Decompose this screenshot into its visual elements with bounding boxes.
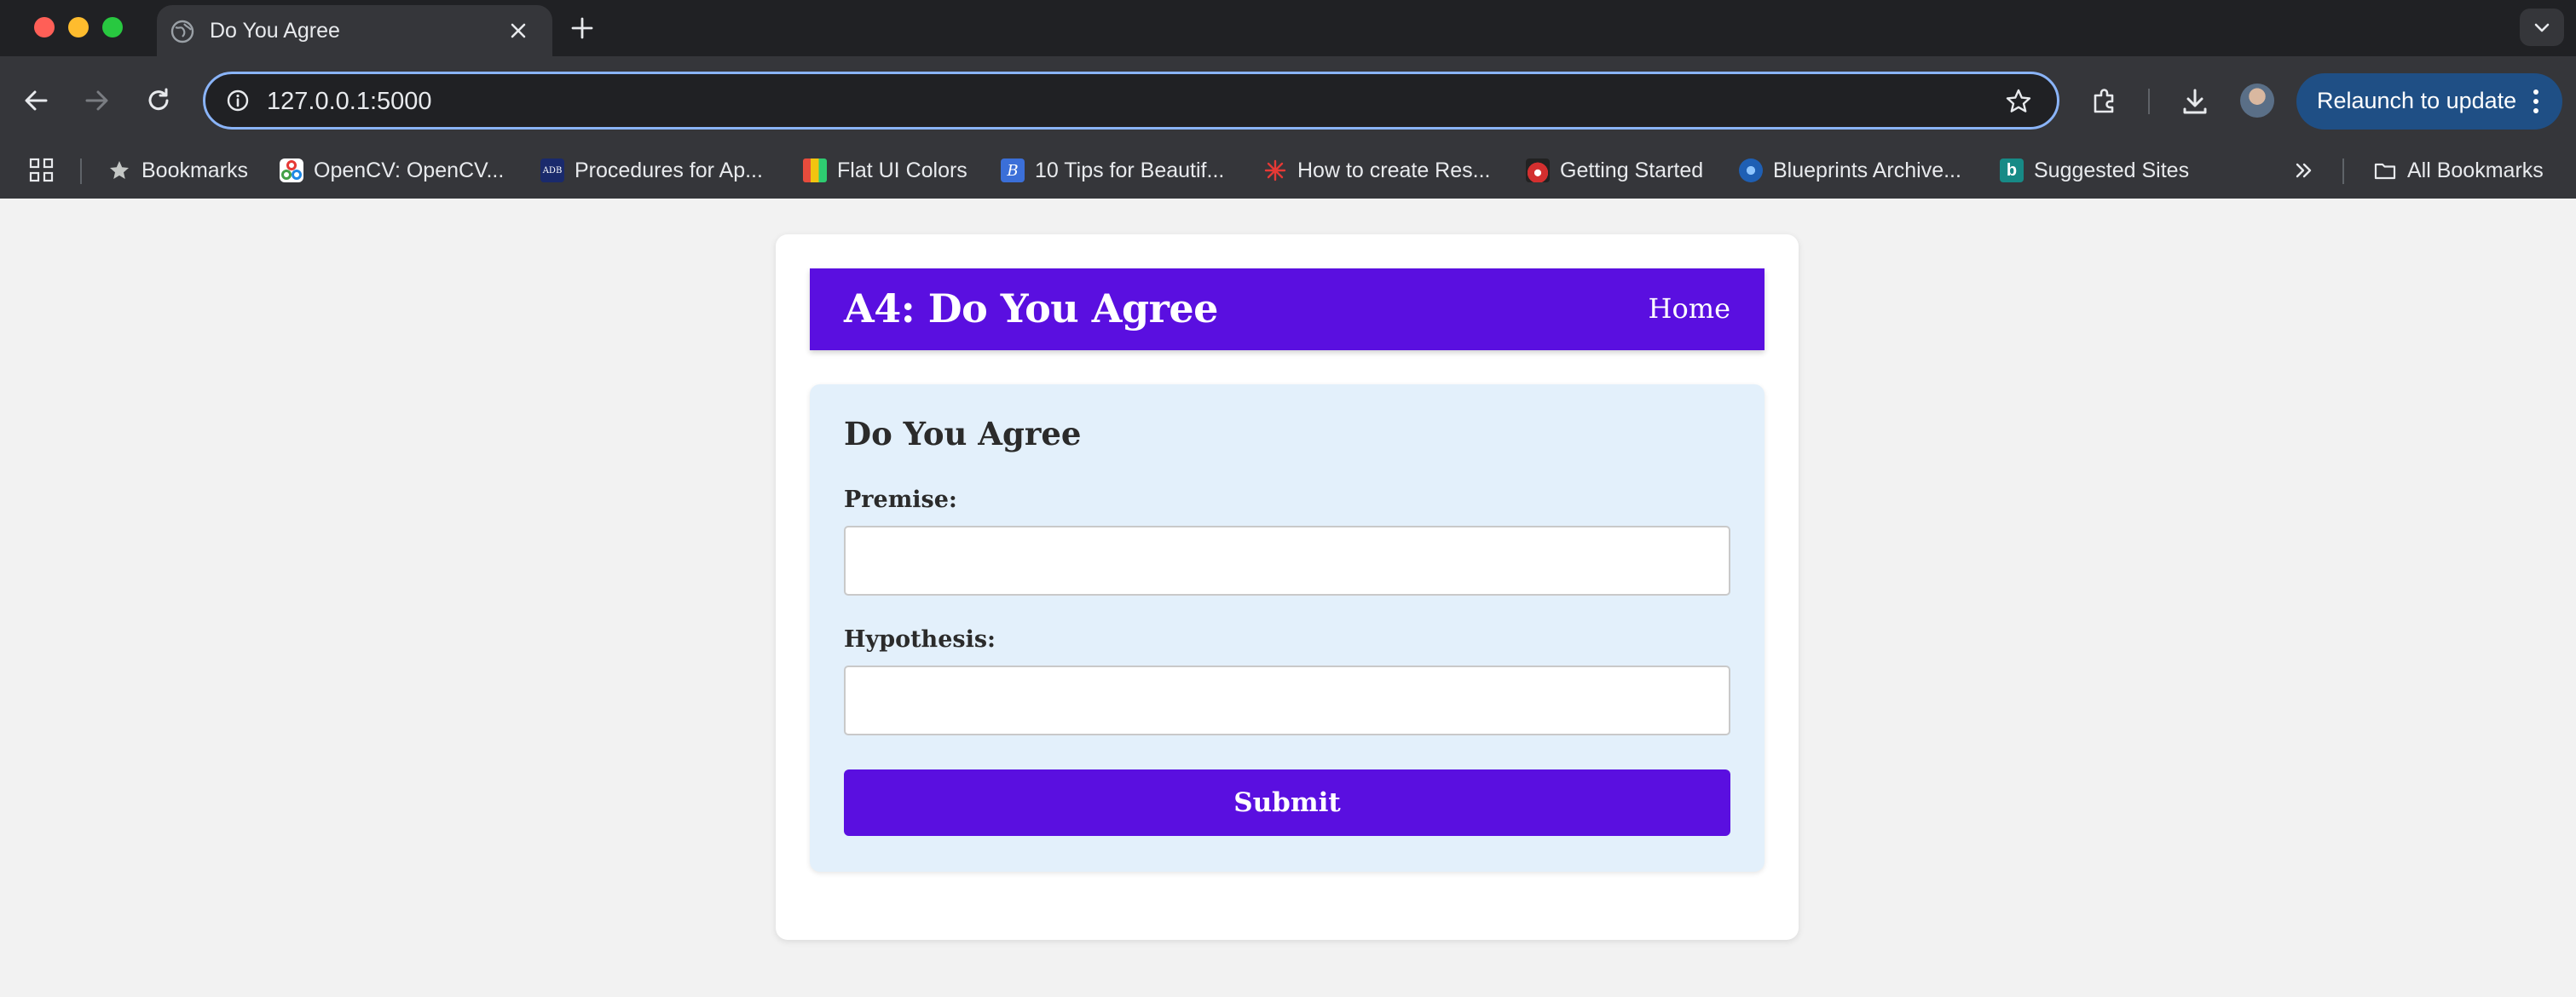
maximize-window-button[interactable] xyxy=(102,17,123,37)
star-icon xyxy=(110,161,129,179)
bookmark-item-procedures[interactable]: ADB Procedures for Ap... xyxy=(540,153,763,187)
folder-icon xyxy=(2374,163,2396,180)
profile-avatar[interactable] xyxy=(2240,84,2274,118)
address-bar[interactable]: 127.0.0.1:5000 xyxy=(203,72,2059,130)
back-icon[interactable] xyxy=(20,85,51,116)
bookmark-label: Blueprints Archive... xyxy=(1773,158,1961,182)
bookmark-item-10-tips[interactable]: B 10 Tips for Beautif... xyxy=(1001,153,1224,187)
redhat-icon xyxy=(1526,158,1550,182)
close-icon[interactable] xyxy=(506,19,530,43)
adb-icon: ADB xyxy=(540,158,564,182)
globe-icon xyxy=(170,20,194,43)
bookmark-label: Getting Started xyxy=(1560,158,1704,182)
relaunch-button[interactable]: Relaunch to update xyxy=(2296,73,2562,130)
bookmarks-divider xyxy=(2342,158,2344,184)
form-title: Do You Agree xyxy=(844,415,1082,452)
all-bookmarks-button[interactable]: All Bookmarks xyxy=(2373,153,2544,187)
premise-label: Premise: xyxy=(844,487,957,513)
bookmark-item-suggested-sites[interactable]: b Suggested Sites xyxy=(2000,153,2189,187)
tab-strip: Do You Agree xyxy=(0,0,2576,56)
bookmarks-divider xyxy=(80,158,82,184)
opencv-icon xyxy=(280,158,303,182)
bookmark-star-icon[interactable] xyxy=(2004,87,2033,116)
bookmark-label: Bookmarks xyxy=(142,158,249,182)
bookmark-label: Procedures for Ap... xyxy=(575,158,763,182)
reload-icon[interactable] xyxy=(143,85,174,116)
chevron-double-right-icon xyxy=(2296,163,2312,178)
relaunch-label: Relaunch to update xyxy=(2317,88,2517,113)
forward-icon[interactable] xyxy=(82,85,113,116)
page-title: A4: Do You Agree xyxy=(844,285,1218,331)
bookmark-label: How to create Res... xyxy=(1297,158,1491,182)
bookmark-label: OpenCV: OpenCV... xyxy=(314,158,505,182)
more-menu-icon[interactable] xyxy=(2532,88,2540,115)
browser-chrome: Do You Agree 127.0.0.1:5000 Relaunch to … xyxy=(0,0,2576,199)
bookmark-label: Flat UI Colors xyxy=(837,158,967,182)
hypothesis-input[interactable] xyxy=(844,666,1730,735)
bookmark-label: Suggested Sites xyxy=(2034,158,2190,182)
toolbar-divider xyxy=(2148,89,2150,114)
blueprint-icon xyxy=(1739,158,1763,182)
bookmark-item-flat-ui-colors[interactable]: Flat UI Colors xyxy=(803,153,967,187)
extensions-icon[interactable] xyxy=(2088,85,2121,118)
tab-active[interactable]: Do You Agree xyxy=(157,5,552,56)
apps-button[interactable] xyxy=(29,153,55,187)
app-card: A4: Do You Agree Home Do You Agree Premi… xyxy=(776,234,1799,940)
bookmark-item-getting-started[interactable]: Getting Started xyxy=(1526,153,1703,187)
submit-button[interactable]: Submit xyxy=(844,769,1730,836)
bing-icon: b xyxy=(2000,158,2024,182)
tips-icon: B xyxy=(1001,158,1025,182)
home-link[interactable]: Home xyxy=(1649,292,1730,325)
page-viewport: A4: Do You Agree Home Do You Agree Premi… xyxy=(0,199,2576,997)
bookmarks-bar: Bookmarks OpenCV: OpenCV... ADB Procedur… xyxy=(0,145,2576,199)
app-header: A4: Do You Agree Home xyxy=(810,268,1765,350)
all-bookmarks-label: All Bookmarks xyxy=(2407,158,2544,182)
site-info-icon[interactable] xyxy=(226,89,250,112)
spark-icon xyxy=(1264,159,1286,182)
bookmark-item-blueprints[interactable]: Blueprints Archive... xyxy=(1739,153,1961,187)
minimize-window-button[interactable] xyxy=(68,17,89,37)
chevron-down-icon xyxy=(2534,23,2550,32)
agree-form: Do You Agree Premise: Hypothesis: Submit xyxy=(810,384,1765,872)
close-window-button[interactable] xyxy=(34,17,55,37)
address-bar-url: 127.0.0.1:5000 xyxy=(267,88,432,115)
download-icon[interactable] xyxy=(2179,85,2211,118)
bookmark-item-how-to-create[interactable]: How to create Res... xyxy=(1263,153,1490,187)
bookmark-item-opencv[interactable]: OpenCV: OpenCV... xyxy=(280,153,504,187)
tab-title: Do You Agree xyxy=(210,19,340,43)
bookmark-item-bookmarks[interactable]: Bookmarks xyxy=(107,153,248,187)
new-tab-icon[interactable] xyxy=(569,15,595,41)
bookmarks-overflow-button[interactable] xyxy=(2293,153,2315,187)
browser-toolbar: 127.0.0.1:5000 Relaunch to update xyxy=(0,56,2576,145)
flat-ui-icon xyxy=(803,158,827,182)
bookmark-label: 10 Tips for Beautif... xyxy=(1035,158,1225,182)
premise-input[interactable] xyxy=(844,526,1730,596)
apps-grid-icon xyxy=(29,158,54,182)
tab-search-button[interactable] xyxy=(2520,9,2564,46)
hypothesis-label: Hypothesis: xyxy=(844,626,996,653)
